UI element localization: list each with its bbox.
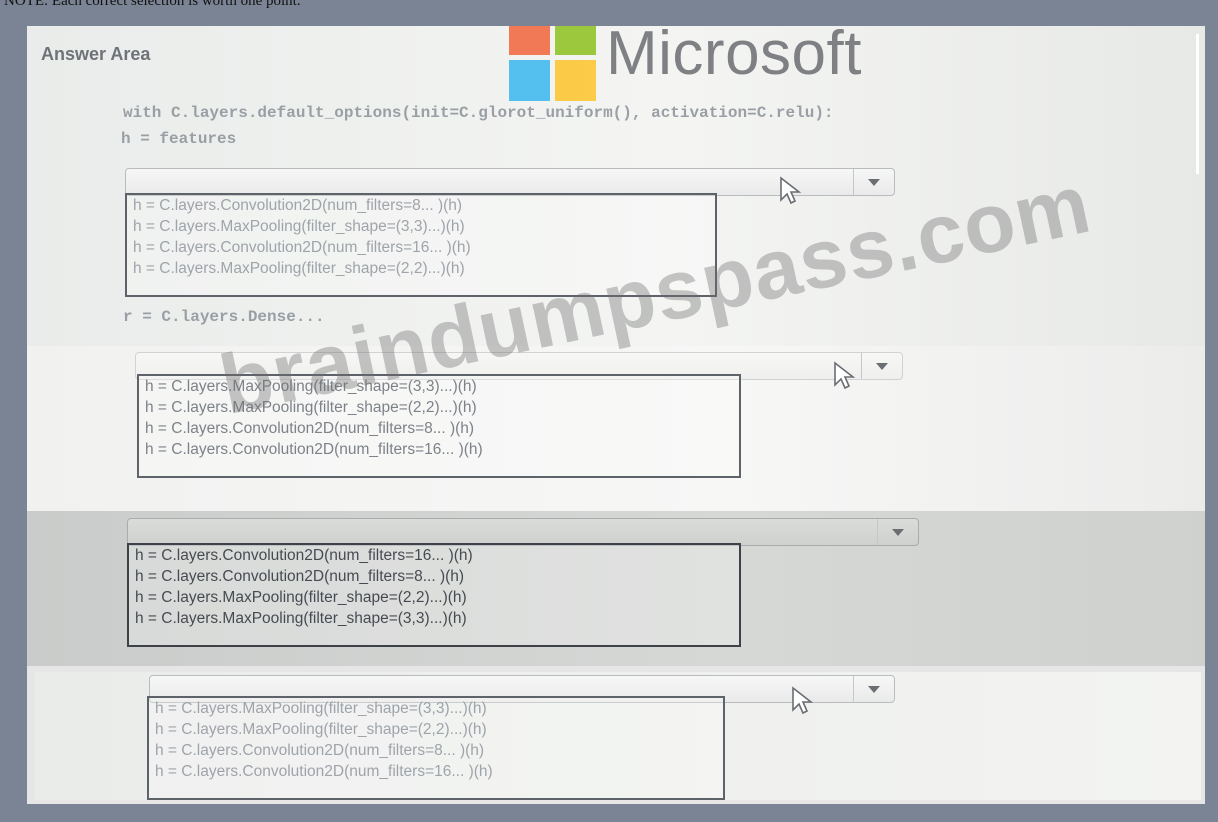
dropdown-3-options: h = C.layers.Convolution2D(num_filters=1… [127,543,741,647]
logo-square-yellow [555,60,596,101]
mouse-cursor-icon [792,686,814,715]
dropdown-2-option-4[interactable]: h = C.layers.Convolution2D(num_filters=1… [139,439,739,460]
dropdown-4-option-3[interactable]: h = C.layers.Convolution2D(num_filters=8… [149,740,723,761]
logo-square-blue [509,60,550,101]
microsoft-logo: Microsoft [509,26,909,106]
dropdown-3-option-1[interactable]: h = C.layers.Convolution2D(num_filters=1… [129,545,739,566]
scrollbar[interactable] [1196,34,1199,174]
dropdown-4-option-4[interactable]: h = C.layers.Convolution2D(num_filters=1… [149,761,723,782]
chevron-down-icon[interactable] [877,519,918,545]
mouse-cursor-icon [780,176,802,205]
logo-text: Microsoft [606,26,862,88]
answer-area-title: Answer Area [41,44,151,64]
dropdown-1-option-2[interactable]: h = C.layers.MaxPooling(filter_shape=(3,… [127,216,715,237]
dropdown-3-option-4[interactable]: h = C.layers.MaxPooling(filter_shape=(3,… [129,608,739,629]
dropdown-3-option-3[interactable]: h = C.layers.MaxPooling(filter_shape=(2,… [129,587,739,608]
dropdown-4-option-1[interactable]: h = C.layers.MaxPooling(filter_shape=(3,… [149,698,723,719]
answer-area-panel: Answer Area with C.layers.default_option… [27,26,1205,804]
code-with-line: with C.layers.default_options(init=C.glo… [123,104,834,122]
logo-square-red [509,26,550,55]
dropdown-4-option-2[interactable]: h = C.layers.MaxPooling(filter_shape=(2,… [149,719,723,740]
dropdown-1-option-1[interactable]: h = C.layers.Convolution2D(num_filters=8… [127,195,715,216]
chevron-down-icon[interactable] [853,676,894,702]
dropdown-3[interactable] [127,518,919,546]
chevron-down-icon[interactable] [853,169,894,195]
mouse-cursor-icon [834,361,856,390]
page-note: NOTE: Each correct selection is worth on… [4,0,301,9]
chevron-down-icon[interactable] [861,353,902,379]
logo-square-green [555,26,596,55]
dropdown-3-option-2[interactable]: h = C.layers.Convolution2D(num_filters=8… [129,566,739,587]
dropdown-4-options: h = C.layers.MaxPooling(filter_shape=(3,… [147,696,725,800]
code-h-line: h = features [121,130,237,148]
